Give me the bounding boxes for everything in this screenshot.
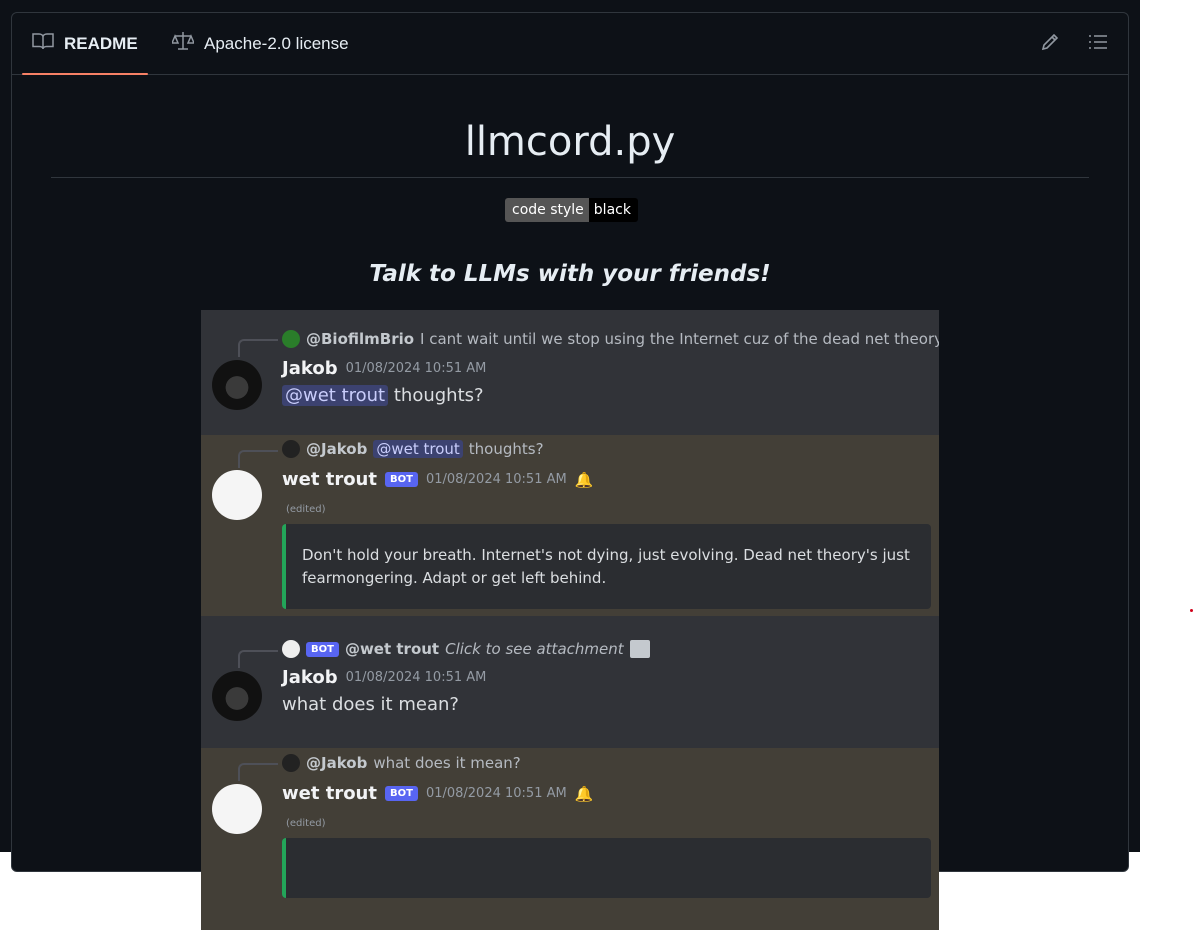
mention: @wet trout	[373, 440, 463, 458]
badge-label: code style	[505, 198, 589, 222]
reply-preview: @Jakob what does it mean?	[282, 754, 521, 772]
tab-readme-label: README	[64, 33, 138, 53]
readme-tabbar: README Apache-2.0 license	[12, 13, 1128, 75]
discord-message: BOT @wet trout Click to see attachment J…	[201, 616, 939, 748]
message-body: @wet trout thoughts?	[282, 385, 484, 406]
timestamp: 01/08/2024 10:51 AM	[345, 670, 487, 685]
discord-screenshot: @BiofilmBrio I cant wait until we stop u…	[201, 310, 939, 930]
tab-license-label: Apache-2.0 license	[204, 33, 349, 53]
reply-text: I cant wait until we stop using the Inte…	[420, 330, 939, 348]
message-text: what does it mean?	[282, 694, 459, 715]
active-tab-underline	[22, 73, 148, 75]
page-title: llmcord.py	[464, 119, 676, 165]
reply-author: @wet trout	[344, 640, 440, 658]
avatar	[212, 470, 262, 520]
message-body: what does it mean?	[282, 694, 459, 715]
code-style-badge[interactable]: code style black	[505, 198, 638, 222]
reply-author: @Jakob	[306, 754, 368, 772]
bell-icon: 🔔	[574, 470, 594, 489]
book-icon	[32, 32, 54, 55]
timestamp: 01/08/2024 10:51 AM	[425, 786, 567, 801]
edit-button[interactable]	[1037, 31, 1063, 57]
tagline: Talk to LLMs with your friends!	[369, 261, 771, 287]
discord-message: @Jakob @wet trout thoughts? wet trout BO…	[201, 435, 939, 616]
image-icon	[629, 640, 650, 658]
message-header: wet trout BOT 01/08/2024 10:51 AM 🔔	[282, 469, 593, 490]
readme-panel: README Apache-2.0 license llmcord.py cod…	[11, 12, 1129, 930]
avatar	[282, 440, 300, 458]
timestamp: 01/08/2024 10:51 AM	[345, 361, 487, 376]
bot-tag: BOT	[384, 472, 418, 487]
reply-preview: BOT @wet trout Click to see attachment	[282, 640, 650, 658]
reply-author: @BiofilmBrio	[306, 330, 415, 348]
reply-connector	[238, 450, 278, 468]
avatar	[212, 784, 262, 834]
author-name: wet trout	[282, 469, 377, 490]
message-text: thoughts?	[393, 385, 484, 406]
embed: Don't hold your breath. Internet's not d…	[282, 524, 931, 609]
list-icon	[1088, 33, 1108, 56]
bell-icon: 🔔	[574, 784, 594, 803]
embed-text: Don't hold your breath. Internet's not d…	[302, 546, 910, 587]
reply-text: what does it mean?	[373, 754, 521, 772]
reply-preview: @Jakob @wet trout thoughts?	[282, 440, 544, 458]
outline-button[interactable]	[1085, 31, 1111, 57]
author-name: wet trout	[282, 783, 377, 804]
reply-text: Click to see attachment	[445, 640, 624, 658]
mention: @wet trout	[282, 385, 389, 406]
title-divider	[51, 177, 1089, 178]
stray-dot	[1190, 609, 1193, 612]
discord-message: @BiofilmBrio I cant wait until we stop u…	[201, 310, 939, 435]
avatar	[282, 640, 300, 658]
reply-preview: @BiofilmBrio I cant wait until we stop u…	[282, 330, 939, 348]
edited-label: (edited)	[286, 504, 326, 515]
reply-author: @Jakob	[306, 440, 368, 458]
bot-tag: BOT	[384, 786, 418, 801]
tab-license[interactable]: Apache-2.0 license	[162, 13, 359, 74]
law-icon	[170, 31, 196, 56]
avatar	[282, 754, 300, 772]
reply-text: thoughts?	[468, 440, 544, 458]
author-name: Jakob	[282, 667, 338, 688]
tab-readme[interactable]: README	[22, 13, 148, 75]
bot-tag: BOT	[306, 641, 339, 657]
reply-connector	[238, 339, 278, 357]
author-name: Jakob	[282, 358, 338, 379]
pencil-icon	[1040, 32, 1060, 57]
badge-value: black	[588, 198, 638, 222]
discord-message: @Jakob what does it mean? wet trout BOT …	[201, 748, 939, 930]
avatar	[212, 360, 262, 410]
message-header: wet trout BOT 01/08/2024 10:51 AM 🔔	[282, 783, 593, 804]
avatar	[212, 671, 262, 721]
embed	[282, 838, 931, 898]
message-header: Jakob 01/08/2024 10:51 AM	[282, 358, 486, 379]
avatar	[282, 330, 300, 348]
timestamp: 01/08/2024 10:51 AM	[425, 472, 567, 487]
reply-connector	[238, 763, 278, 781]
message-header: Jakob 01/08/2024 10:51 AM	[282, 667, 486, 688]
edited-label: (edited)	[286, 818, 326, 829]
reply-connector	[238, 650, 278, 668]
